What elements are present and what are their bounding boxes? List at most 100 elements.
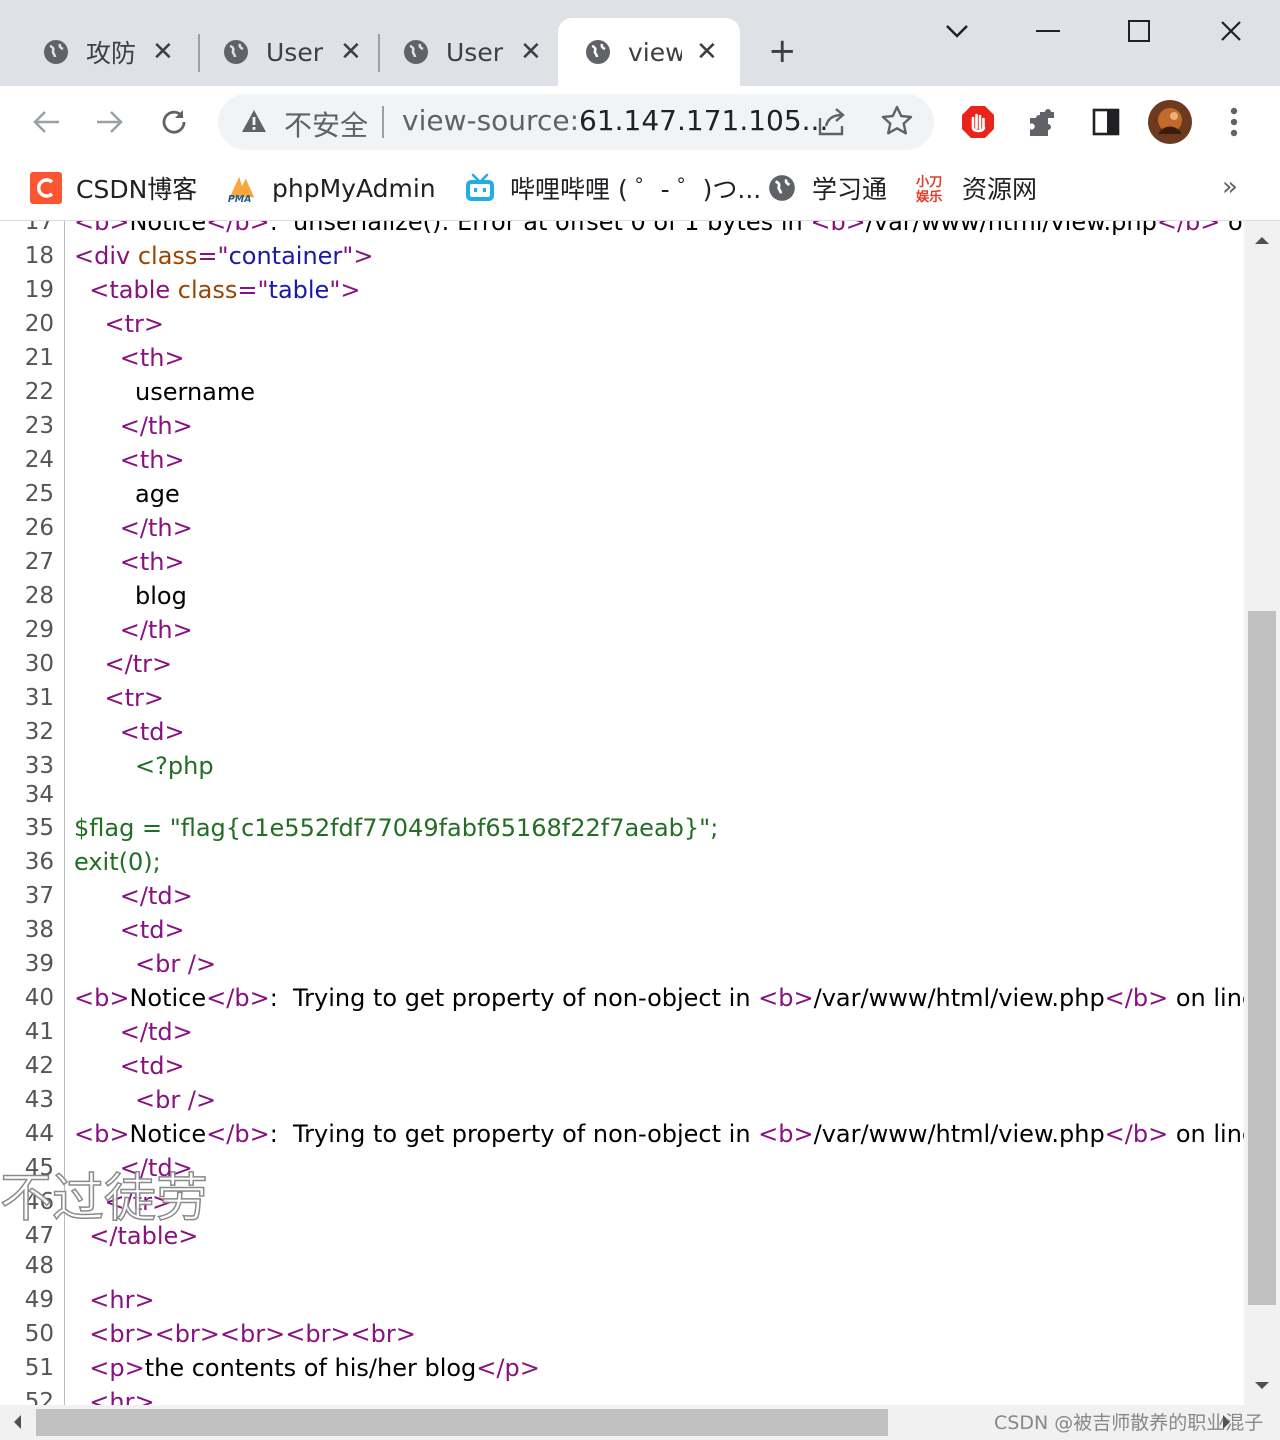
side-panel-icon: [1092, 108, 1120, 136]
source-code: <td>: [119, 718, 185, 746]
bookmark-star-icon[interactable]: [880, 104, 914, 138]
line-number: 18: [24, 243, 54, 269]
source-code: <p>the contents of his/her blog</p>: [89, 1354, 540, 1382]
line-number: 32: [24, 719, 54, 745]
line-number: 21: [24, 345, 54, 371]
line-number: 29: [24, 617, 54, 643]
minimize-icon[interactable]: [1036, 30, 1060, 34]
tab-close-icon[interactable]: ✕: [152, 37, 174, 67]
tab-1[interactable]: 攻防 ✕: [0, 18, 198, 86]
line-number: 23: [24, 413, 54, 439]
new-tab-button[interactable]: +: [768, 34, 797, 68]
tab-close-icon[interactable]: ✕: [696, 37, 718, 67]
bookmark-phpmyadmin[interactable]: PMA phpMyAdmin: [226, 170, 436, 206]
line-number: 36: [24, 849, 54, 875]
source-code: $flag = "flag{c1e552fdf77049fabf65168f22…: [74, 814, 719, 842]
source-code: <tr>: [104, 684, 165, 712]
forward-button[interactable]: [90, 102, 130, 142]
line-number: 24: [24, 447, 54, 473]
forward-arrow-icon: [97, 111, 123, 133]
globe-icon: [44, 40, 68, 64]
source-code: exit(0);: [74, 848, 161, 876]
tab-3[interactable]: User ✕: [360, 18, 558, 86]
line-number: 43: [24, 1087, 54, 1113]
bookmark-ziyuanwang[interactable]: 小刀 娱乐 资源网: [916, 170, 1037, 206]
bookmarks-bar: CSDN博客 PMA phpMyAdmin 哔哩哔哩 ( ゜- ゜)つ... 学…: [0, 158, 1280, 221]
globe-icon: [404, 40, 428, 64]
source-code: <tr>: [104, 310, 165, 338]
bookmark-label: 学习通: [812, 175, 888, 204]
share-icon[interactable]: [816, 106, 848, 138]
source-code: <th>: [119, 344, 185, 372]
divider: [382, 106, 384, 138]
xiaodao-icon: 小刀 娱乐: [916, 172, 948, 204]
adblock-extension-button[interactable]: [954, 98, 1002, 146]
back-button[interactable]: [26, 102, 66, 142]
source-code: </th>: [119, 514, 193, 542]
bookmark-xuexitong[interactable]: 学习通: [766, 170, 887, 206]
tab-2[interactable]: User ✕: [180, 18, 378, 86]
globe-icon: [586, 40, 610, 64]
warning-icon[interactable]: [240, 108, 268, 134]
svg-text:PMA: PMA: [228, 194, 252, 204]
vertical-scrollbar[interactable]: [1244, 221, 1280, 1405]
line-number: 50: [24, 1321, 54, 1347]
line-number: 37: [24, 883, 54, 909]
scroll-up-arrow-icon[interactable]: [1254, 235, 1270, 245]
line-number: 19: [24, 277, 54, 303]
line-number: 30: [24, 651, 54, 677]
source-code: <hr>: [89, 1388, 155, 1405]
reload-icon: [162, 110, 186, 134]
source-code: username: [74, 378, 256, 406]
security-label[interactable]: 不安全: [284, 104, 368, 144]
profile-avatar[interactable]: [1146, 98, 1194, 146]
reload-button[interactable]: [154, 102, 194, 142]
source-code: </th>: [119, 616, 193, 644]
source-code: <br><br><br><br><br>: [89, 1320, 416, 1348]
side-panel-button[interactable]: [1082, 98, 1130, 146]
source-code: age: [74, 480, 180, 508]
browser-toolbar: 不安全 view-source:61.147.171.105...: [0, 86, 1280, 158]
line-number: 44: [24, 1121, 54, 1147]
horizontal-scroll-thumb[interactable]: [36, 1409, 888, 1436]
line-number: 25: [24, 481, 54, 507]
line-number: 20: [24, 311, 54, 337]
source-code: <th>: [119, 446, 185, 474]
extensions-button[interactable]: [1018, 98, 1066, 146]
stop-hand-icon: [962, 106, 994, 138]
tab-close-icon[interactable]: ✕: [340, 37, 362, 67]
source-code: </td>: [119, 1018, 193, 1046]
globe-icon: [224, 40, 248, 64]
tab-strip: 攻防 ✕ User ✕ User ✕ view ✕ +: [0, 0, 1280, 86]
close-window-icon[interactable]: [1220, 20, 1242, 42]
line-number: 41: [24, 1019, 54, 1045]
line-number: 26: [24, 515, 54, 541]
avatar: [1148, 100, 1192, 144]
maximize-icon[interactable]: [1128, 20, 1150, 42]
vertical-scroll-thumb[interactable]: [1248, 611, 1276, 1305]
tab-close-icon[interactable]: ✕: [520, 37, 542, 67]
url-host: 61.147.171.105...: [579, 104, 829, 137]
tab-search-chevron-icon[interactable]: [944, 22, 970, 40]
phpmyadmin-icon: PMA: [226, 172, 258, 204]
bookmark-bilibili[interactable]: 哔哩哔哩 ( ゜- ゜)つ...: [464, 170, 761, 206]
source-code: <td>: [119, 1052, 185, 1080]
chrome-menu-button[interactable]: [1210, 98, 1258, 146]
svg-text:小刀: 小刀: [916, 174, 942, 190]
back-arrow-icon: [33, 111, 59, 133]
address-bar[interactable]: 不安全 view-source:61.147.171.105...: [218, 94, 934, 150]
url-text[interactable]: view-source:61.147.171.105...: [402, 104, 828, 137]
line-number: 52: [24, 1389, 54, 1405]
url-scheme: view-source:: [402, 104, 579, 137]
bookmark-csdn[interactable]: CSDN博客: [30, 170, 197, 206]
scroll-left-arrow-icon[interactable]: [12, 1414, 22, 1430]
source-code: <br />: [135, 1086, 217, 1114]
source-code: </th>: [119, 412, 193, 440]
line-number: 34: [24, 782, 54, 808]
bookmarks-overflow-button[interactable]: »: [1222, 172, 1238, 202]
line-number: 27: [24, 549, 54, 575]
scroll-down-arrow-icon[interactable]: [1254, 1381, 1270, 1391]
source-code: </tr>: [104, 650, 173, 678]
tab-4-active[interactable]: view ✕: [558, 18, 740, 86]
line-number: 31: [24, 685, 54, 711]
